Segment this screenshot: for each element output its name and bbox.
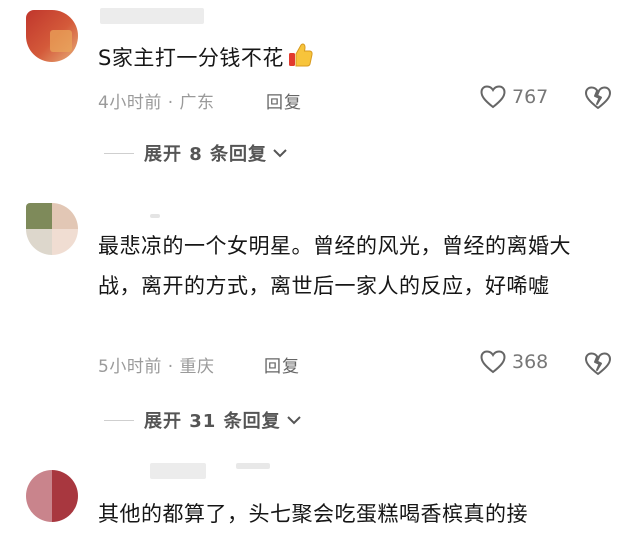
broken-heart-icon xyxy=(585,86,611,109)
broken-heart-icon xyxy=(585,352,611,375)
avatar[interactable] xyxy=(26,10,78,62)
dislike-button[interactable] xyxy=(584,86,612,114)
heart-outline-icon xyxy=(480,85,506,109)
divider-line xyxy=(104,419,134,421)
reply-button[interactable]: 回复 xyxy=(266,88,302,113)
chevron-down-icon xyxy=(286,416,301,425)
comment-meta: 4小时前 · 广东 xyxy=(98,93,215,113)
username-badge xyxy=(236,463,270,469)
username[interactable] xyxy=(150,214,160,218)
divider-line xyxy=(104,152,134,154)
comment-text: 其他的都算了，头七聚会吃蛋糕喝香槟真的接 xyxy=(98,502,528,526)
avatar[interactable] xyxy=(26,470,78,522)
like-count: 767 xyxy=(512,86,549,108)
username[interactable] xyxy=(150,463,206,479)
expand-replies-button[interactable]: 展开 31 条回复 xyxy=(104,407,303,433)
comment-text: S家主打一分钱不花 xyxy=(98,38,618,82)
reply-button[interactable]: 回复 xyxy=(264,352,300,377)
username[interactable] xyxy=(100,8,204,24)
like-button[interactable]: 368 xyxy=(480,350,548,374)
chevron-down-icon xyxy=(273,149,287,158)
avatar[interactable] xyxy=(26,203,78,255)
like-button[interactable]: 767 xyxy=(480,85,548,109)
comment-meta: 5小时前 · 重庆 xyxy=(98,357,215,377)
expand-label: 展开 31 条回复 xyxy=(144,411,281,432)
comment-list: S家主打一分钱不花 4小时前 · 广东 回复 767 展开 8 条回复 最悲凉的… xyxy=(0,0,640,540)
like-count: 368 xyxy=(512,351,549,373)
comment-text: 最悲凉的一个女明星。曾经的风光，曾经的离婚大战，离开的方式，离世后一家人的反应，… xyxy=(98,234,571,298)
expand-label: 展开 8 条回复 xyxy=(144,144,268,165)
expand-replies-button[interactable]: 展开 8 条回复 xyxy=(104,140,289,166)
comment-text-content: S家主打一分钱不花 xyxy=(98,46,284,70)
heart-outline-icon xyxy=(480,350,506,374)
dislike-button[interactable] xyxy=(584,352,612,380)
thumbs-up-icon xyxy=(286,41,314,82)
